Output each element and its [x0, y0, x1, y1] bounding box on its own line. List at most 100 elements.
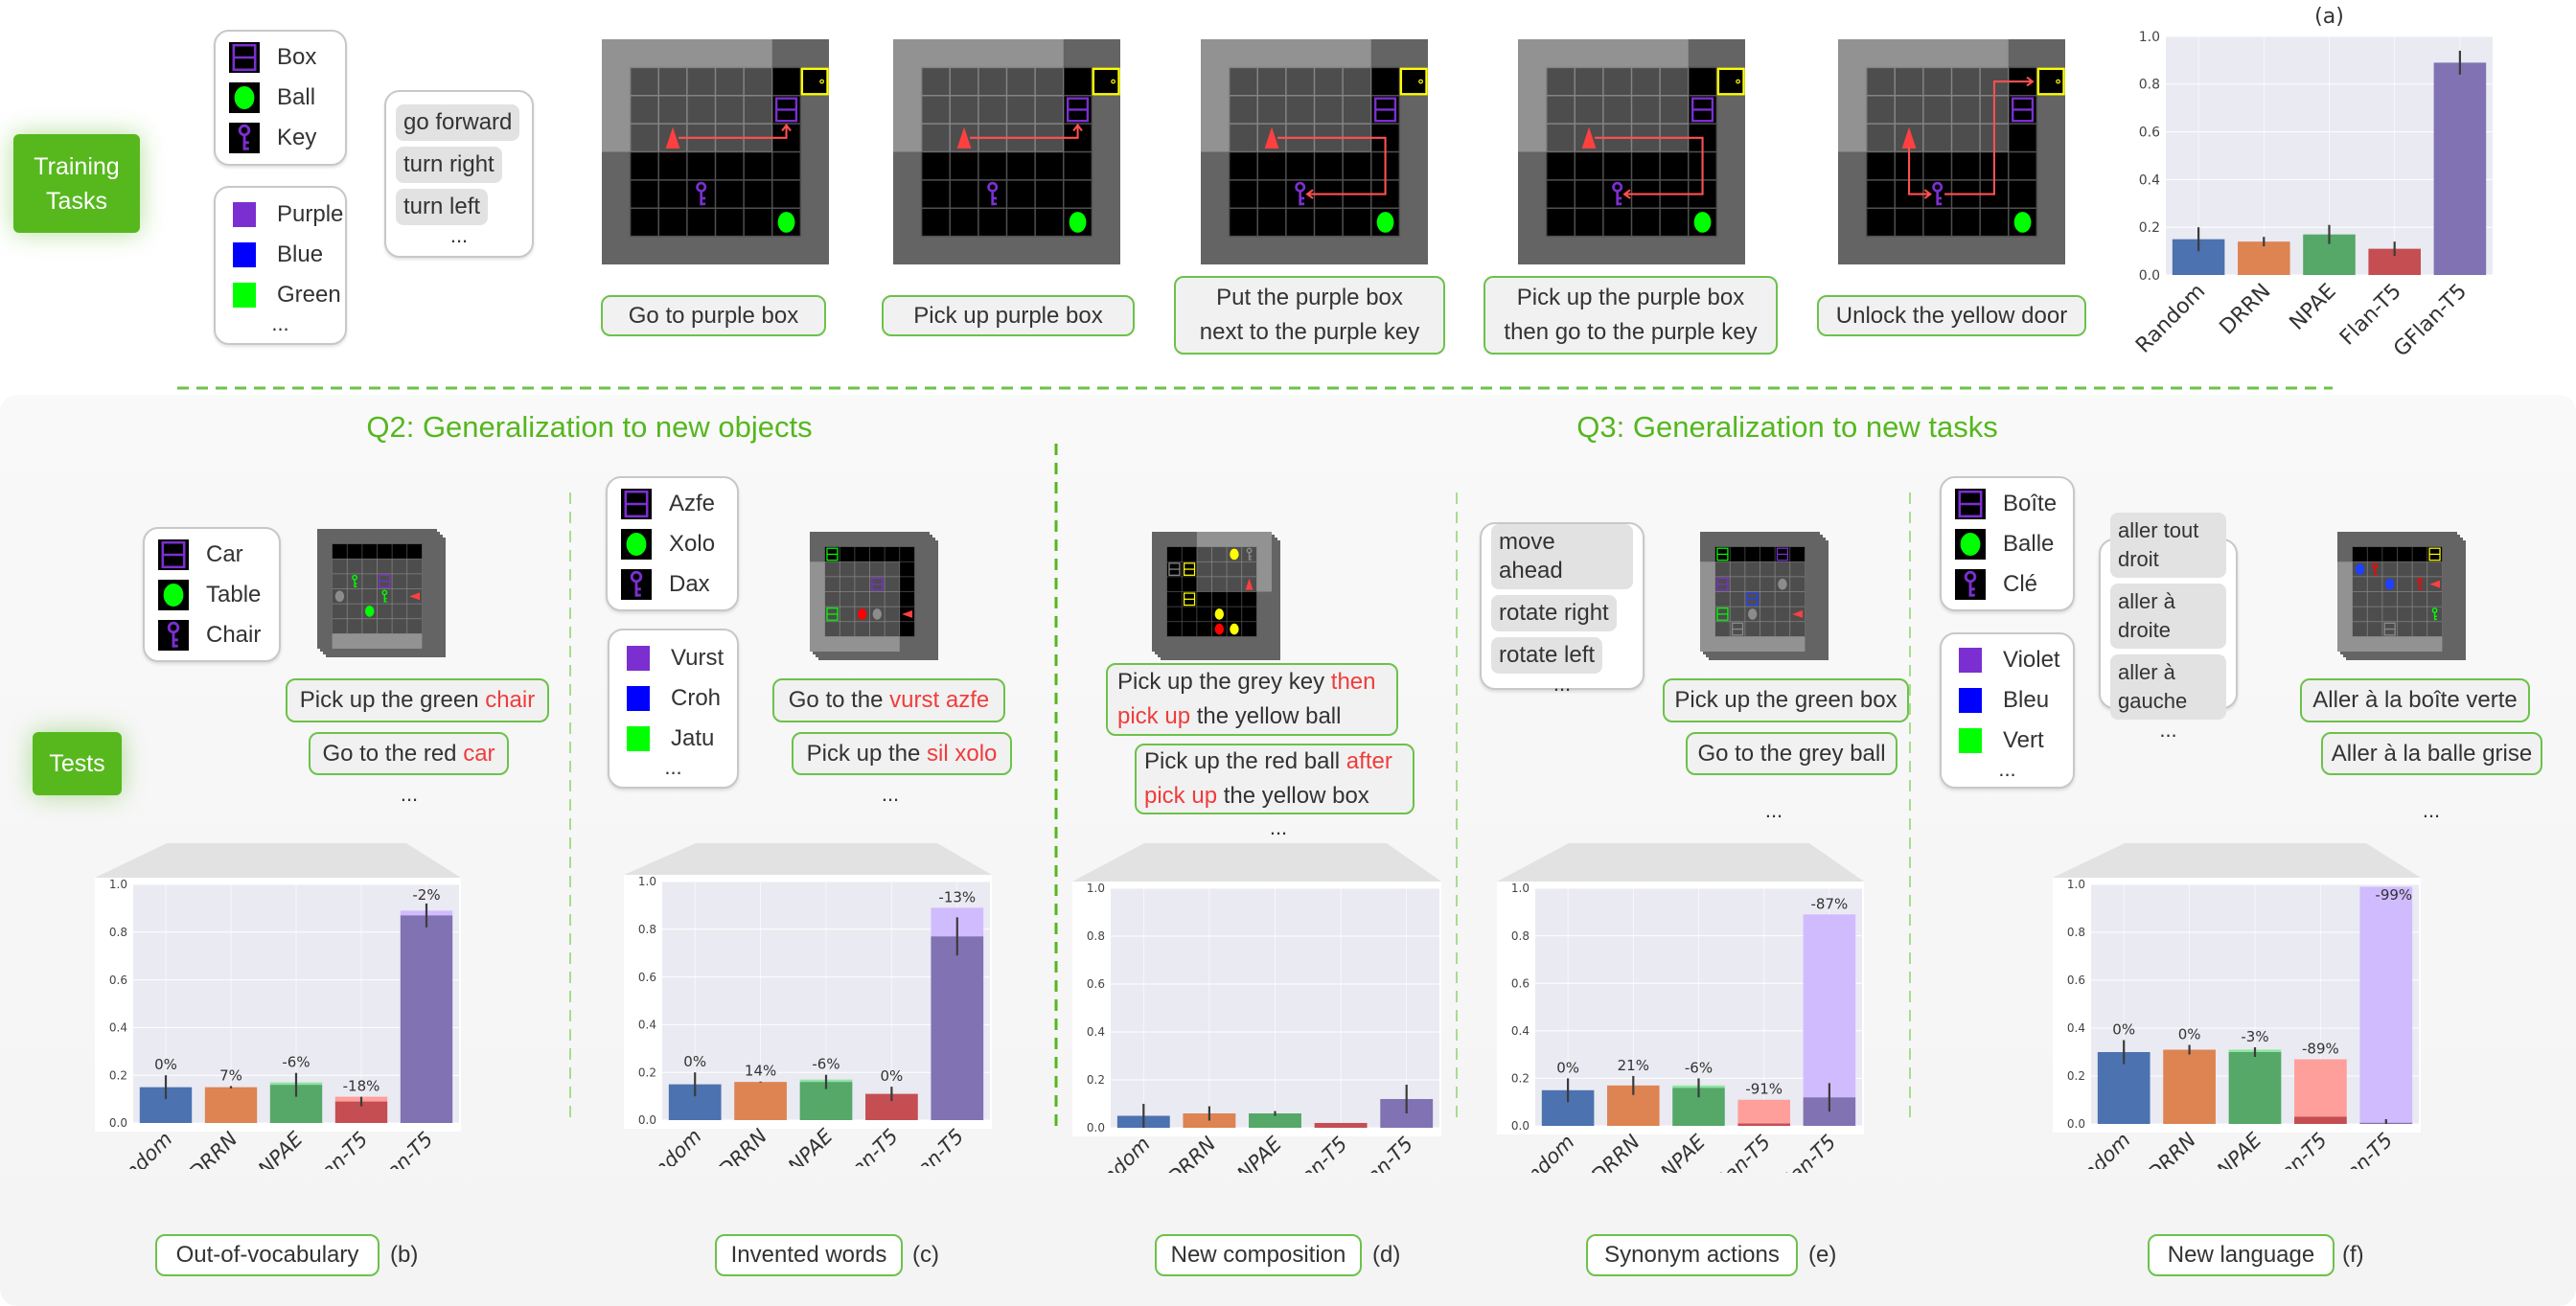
action-chip: move ahead — [1491, 523, 1633, 589]
ball-object — [1214, 608, 1224, 620]
tests-label-text: Tests — [49, 750, 105, 777]
color-label: Bleu — [2003, 686, 2050, 713]
test-task: Pick up the green box — [1663, 678, 1909, 722]
language-colors-card: Violet Bleu Vert ... — [1940, 632, 2075, 789]
xtick-label: DRRN — [2216, 280, 2276, 340]
ball-icon — [158, 579, 189, 610]
xtick-label: Random — [2059, 1129, 2135, 1169]
agent-view-region — [893, 39, 1064, 152]
ytick-label: 1.0 — [2139, 30, 2160, 45]
agent-view-region — [1518, 39, 1689, 152]
caption-synonym-actions: Synonym actions — [1586, 1234, 1798, 1276]
ball-object — [2013, 212, 2032, 233]
bar-npae — [2228, 1052, 2282, 1124]
language-objects-card: Boîte Balle Clé — [1940, 476, 2075, 611]
training-grid-go-to — [602, 39, 829, 264]
box-icon — [229, 42, 260, 73]
ytick-label: 0.2 — [2067, 1069, 2085, 1083]
xtick-label: NPAE — [1232, 1132, 1286, 1173]
ytick-label: 0.0 — [2139, 268, 2160, 284]
training-grid-pick-up — [893, 39, 1120, 264]
agent-view-region — [2337, 561, 2443, 652]
gridworld — [893, 39, 1120, 264]
bar-value-label: 14% — [745, 1063, 776, 1080]
xtick-label: Flan-T5 — [305, 1128, 373, 1169]
color-swatch — [233, 202, 256, 227]
task-text: next to the purple key — [1199, 319, 1420, 345]
bar-value-label: -3% — [2241, 1028, 2268, 1045]
bar-value-label: -89% — [2302, 1041, 2339, 1058]
ytick-label: 0.8 — [1087, 929, 1105, 943]
ytick-label: 0.6 — [638, 971, 656, 984]
training-tasks-label: Training Tasks — [13, 134, 140, 233]
tests-label: Tests — [33, 732, 122, 795]
object-item-boite: Boîte — [1955, 488, 2059, 520]
key-icon — [1955, 568, 1986, 600]
xtick-label: DRRN — [1587, 1130, 1644, 1173]
xtick-label: GFlan-T5 — [1339, 1133, 1417, 1173]
color-swatch — [1959, 647, 1982, 673]
more-ellipsis: ... — [1764, 798, 1783, 822]
color-label: Green — [277, 282, 341, 308]
task-text: Pick up the purple box — [1516, 285, 1745, 310]
chart-d-new-composition: 0.0 0.2 0.4 0.6 0.8 1.0 Random DRRN NPAEFlan-T5G… — [1072, 882, 1441, 1173]
task-text: Go to purple box — [628, 302, 799, 329]
object-item-cle: Clé — [1955, 568, 2059, 601]
object-label: Key — [277, 125, 317, 150]
color-item: Blue — [229, 239, 332, 271]
xtick-label: Random — [1504, 1131, 1579, 1173]
xtick-label: GFlan-T5 — [889, 1125, 968, 1166]
training-task: Pick up the purple box then go to the pur… — [1484, 276, 1778, 355]
bar-value-label: 0% — [683, 1053, 706, 1070]
bar-value-label: 7% — [219, 1066, 242, 1084]
ytick-label: 0.4 — [2067, 1021, 2085, 1035]
task-connector: pick up — [1144, 783, 1218, 809]
action-chip: go forward — [396, 103, 520, 141]
reference-bar-gflan-t5 — [1803, 914, 1856, 1098]
xtick-label: Flan-T5 — [835, 1125, 903, 1166]
bar-value-label: -6% — [812, 1056, 840, 1073]
object-item-car: Car — [158, 538, 265, 571]
ytick-label: 0.0 — [2067, 1117, 2085, 1131]
object-label: Chair — [206, 621, 262, 648]
color-label: Jatu — [671, 724, 715, 751]
key-icon — [621, 568, 652, 600]
ytick-label: 1.0 — [638, 875, 656, 888]
task-connector: pick up — [1117, 703, 1191, 729]
task-text: Unlock the yellow door — [1835, 302, 2068, 329]
synonym-actions-card: move ahead rotate right rotate left ... — [1480, 522, 1644, 694]
xtick-label: NPAE — [1656, 1130, 1710, 1173]
xtick-label: GFlan-T5 — [2318, 1129, 2397, 1169]
xtick-label: GFlan-T5 — [1761, 1131, 1840, 1173]
caption-invented-words: Invented words — [715, 1234, 903, 1276]
bar-drrn — [734, 1082, 787, 1120]
training-colors-card: Purple Blue Green ... — [214, 186, 347, 345]
xtick-label: NPAE — [2286, 280, 2341, 335]
bar-value-label: 21% — [1618, 1057, 1649, 1074]
q2-title: Q2: Generalization to new objects — [366, 410, 813, 444]
bar-gflan-t5 — [2433, 62, 2487, 275]
task-text: Pick up purple box — [913, 302, 1103, 329]
ball-object — [1214, 623, 1224, 635]
gridworld — [602, 39, 829, 264]
training-label-line: Tasks — [46, 187, 107, 215]
agent-view-region — [332, 559, 423, 649]
key-icon — [229, 123, 260, 153]
ball-object — [1693, 212, 1712, 233]
ball-object — [2355, 563, 2365, 575]
ytick-label: 0.6 — [2139, 126, 2160, 141]
training-task: Pick up purple box — [882, 295, 1135, 336]
oov-objects-card: Car Table Chair — [143, 527, 281, 662]
bar-drrn — [2163, 1049, 2216, 1124]
task-new-word: chair — [485, 687, 536, 713]
agent-view-region — [810, 561, 900, 652]
xtick-label: NPAE — [784, 1124, 838, 1166]
panel-letter: (b) — [390, 1242, 419, 1268]
box-icon — [621, 488, 652, 519]
invented-objects-card: Azfe Xolo Dax — [606, 476, 739, 611]
bar-gflan-t5 — [931, 936, 984, 1120]
ball-icon — [229, 82, 260, 113]
object-item-box: Box — [229, 41, 332, 74]
task-segment: Pick up the red ball — [1144, 748, 1346, 774]
action-chip: rotate right — [1491, 594, 1617, 631]
